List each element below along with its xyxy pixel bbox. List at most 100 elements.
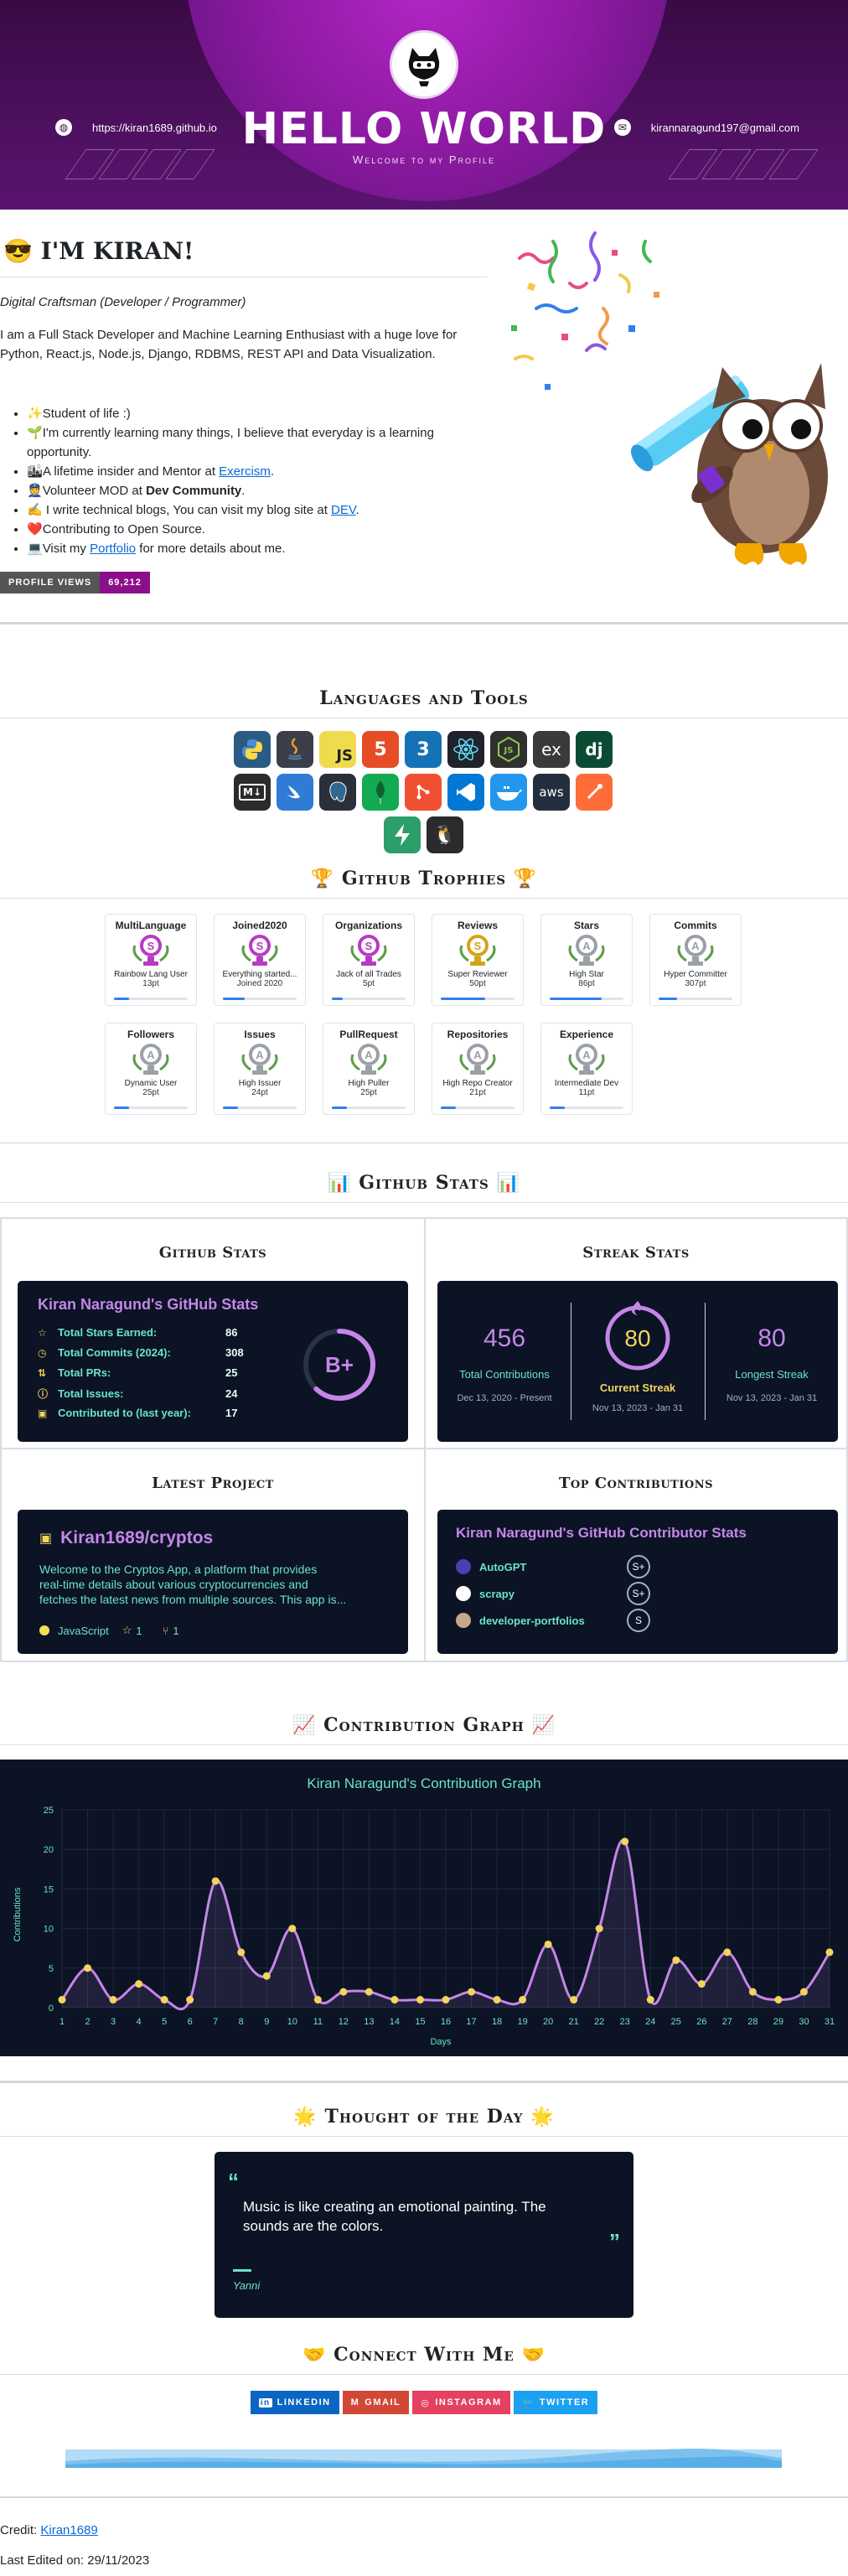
java-icon [277, 731, 313, 768]
x-tick-label: 22 [594, 2017, 604, 2027]
svg-text:A: A [365, 1049, 373, 1061]
docker-icon [490, 774, 527, 811]
rank-badge: S [627, 1609, 650, 1632]
x-tick-label: 4 [137, 2017, 142, 2027]
quote-divider [0, 2136, 848, 2137]
x-tick-label: 28 [747, 2017, 758, 2027]
instagram-badge[interactable]: ◎ INSTAGRAM [412, 2391, 510, 2414]
credit-line: Credit: Kiran1689 [0, 2523, 98, 2537]
latest-project-cell: Latest Project ▣ Kiran1689/cryptos Welco… [1, 1449, 425, 1662]
repo-meta: JavaScript ☆ 1 ⑂ 1 [39, 1624, 179, 1637]
trophy-progress [550, 998, 623, 1000]
svg-text:A: A [473, 1049, 482, 1061]
dev-link[interactable]: DEV [331, 503, 355, 517]
portfolio-link[interactable]: Portfolio [90, 542, 136, 556]
x-tick-label: 27 [722, 2017, 732, 2027]
github-stats-card[interactable]: Kiran Naragund's GitHub Stats ☆ Total Sta… [18, 1281, 408, 1442]
trophies-grid: MultiLanguage S Rainbow Lang User 13pt Joine… [105, 914, 750, 1115]
streak-stats-heading: Streak Stats [582, 1244, 690, 1262]
data-point [570, 1996, 578, 2004]
linkedin-badge[interactable]: in LINKEDIN [250, 2391, 339, 2414]
credit-link[interactable]: Kiran1689 [40, 2523, 97, 2537]
svg-text:A: A [582, 1049, 591, 1061]
svg-text:80: 80 [624, 1325, 650, 1351]
repo-name[interactable]: Kiran1689/cryptos [60, 1528, 213, 1548]
instagram-icon: ◎ [421, 2397, 431, 2408]
supabase-icon [383, 816, 421, 853]
total-contributions-range: Dec 13, 2020 - Present [457, 1393, 552, 1403]
contributor-repo-row: developer-portfolios S [456, 1609, 808, 1632]
trophy-progress [441, 1107, 514, 1109]
list-item: ✨Student of life :) [27, 404, 489, 423]
data-point [799, 1988, 808, 1996]
current-streak-ring: 80 [605, 1301, 670, 1371]
data-point [237, 1948, 246, 1957]
x-tick-label: 25 [671, 2017, 681, 2027]
grade-label: B+ [325, 1352, 354, 1377]
trophy-icon: S [349, 934, 388, 967]
data-point [135, 1980, 143, 1988]
twitter-badge[interactable]: 🐦 TWITTER [513, 2391, 598, 2414]
stats-title: 📊 Github Stats 📊 [328, 1172, 520, 1194]
list-item: 🏙A lifetime insider and Mentor at Exerci… [27, 462, 489, 481]
intro-role: Digital Craftsman (Developer / Programme… [0, 295, 246, 309]
trophy-card: Joined2020 S Everything started... Joined 2… [214, 914, 306, 1006]
contributor-repo-row: scrapy S+ [456, 1582, 808, 1605]
page-body: 😎 I'M KIRAN! Digital Craftsman (Develope… [0, 0, 848, 2576]
data-point [442, 1996, 450, 2004]
tools-grid: JS 5 3 JS ex dj M↓ aws 🐧 [214, 731, 633, 853]
longest-streak-range: Nov 13, 2023 - Jan 31 [726, 1393, 818, 1403]
x-tick-label: 24 [645, 2017, 655, 2027]
streak-card[interactable]: 456 Total Contributions Dec 13, 2020 - P… [437, 1281, 838, 1442]
x-tick-label: 17 [466, 2017, 476, 2027]
y-tick-label: 25 [44, 1806, 54, 1816]
trophy-icon: S [458, 934, 497, 967]
github-stats-heading: Github Stats [158, 1244, 267, 1262]
express-icon: ex [533, 731, 570, 768]
data-point [825, 1948, 834, 1957]
data-point [723, 1948, 732, 1957]
language-dot [39, 1625, 49, 1635]
x-tick-label: 21 [569, 2017, 579, 2027]
graph-divider [0, 1744, 848, 1745]
data-point [211, 1877, 220, 1885]
html5-icon: 5 [362, 731, 399, 768]
repo-card[interactable]: ▣ Kiran1689/cryptos Welcome to the Crypt… [18, 1510, 408, 1654]
data-point [390, 1996, 399, 2004]
y-tick-label: 15 [44, 1884, 54, 1894]
trophy-progress [332, 998, 406, 1000]
rank-badge: S+ [627, 1582, 650, 1605]
gmail-badge[interactable]: M GMAIL [342, 2391, 410, 2414]
trophy-icon: A [349, 1043, 388, 1076]
trophy-icon: A [567, 1043, 606, 1076]
quote-author: Yanni [233, 2279, 261, 2292]
contribution-chart: Kiran Naragund's Contribution Graph Days… [13, 1775, 835, 2047]
data-point [339, 1988, 348, 1996]
markdown-icon: M↓ [234, 774, 271, 811]
x-axis-label: Days [430, 2037, 452, 2047]
svg-text:S: S [365, 940, 373, 952]
pull-request-icon: ⇅ [38, 1366, 47, 1379]
trophy-progress [659, 998, 732, 1000]
top-contributions-heading: Top Contributions [558, 1475, 714, 1492]
close-quote-icon: ” [609, 2229, 620, 2254]
contributor-stats-card[interactable]: Kiran Naragund's GitHub Contributor Stat… [437, 1510, 838, 1654]
repo-description: Welcome to the Cryptos App, a platform t… [39, 1563, 347, 1606]
x-tick-label: 11 [313, 2017, 323, 2027]
footer-wave [65, 2449, 782, 2468]
contribution-graph-title: 📈 Contribution Graph 📈 [292, 1714, 556, 1736]
clock-icon: ◷ [38, 1346, 47, 1359]
intro-heading: 😎 I'M KIRAN! [3, 237, 194, 265]
repo-avatar-icon [456, 1559, 471, 1574]
trophy-progress [441, 998, 514, 1000]
stat-row: ☆ Total Stars Earned: 86 [38, 1326, 238, 1339]
list-item: 💻Visit my Portfolio for more details abo… [27, 539, 489, 558]
total-contributions-label: Total Contributions [459, 1368, 550, 1381]
owl-party-popper-icon [511, 231, 828, 565]
list-item: 🌱I'm currently learning many things, I b… [27, 423, 489, 462]
data-point [697, 1980, 706, 1988]
exercism-link[interactable]: Exercism [219, 464, 271, 479]
x-tick-label: 6 [188, 2017, 193, 2027]
x-tick-label: 3 [111, 2017, 116, 2027]
trophy-progress [332, 1107, 406, 1109]
